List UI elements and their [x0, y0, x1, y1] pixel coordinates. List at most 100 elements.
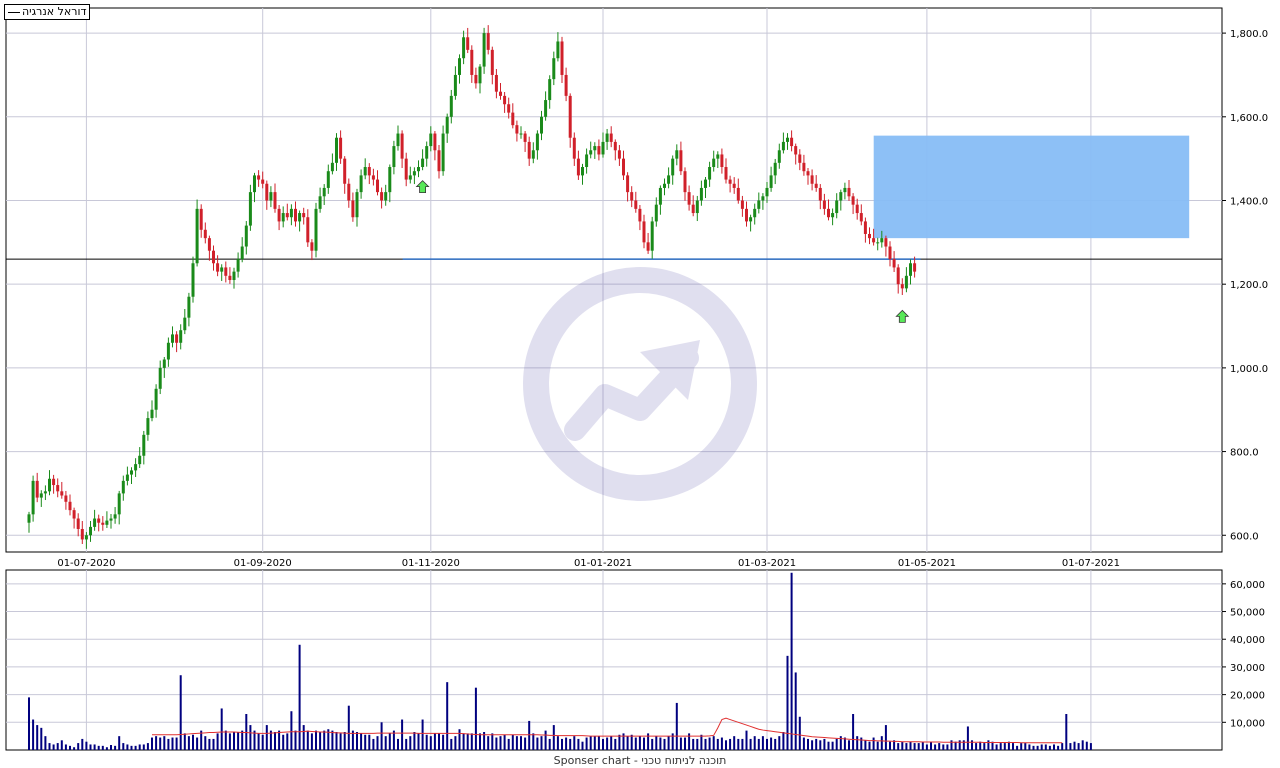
candle-body — [540, 116, 543, 134]
volume-bar — [774, 738, 777, 750]
candle-body — [265, 183, 269, 201]
candle-body — [761, 196, 765, 201]
volume-bar — [85, 741, 88, 750]
candle-body — [445, 116, 449, 134]
volume-bar — [1053, 744, 1055, 750]
candle-body — [84, 535, 88, 540]
volume-bar — [77, 743, 80, 750]
volume-bar — [626, 736, 629, 750]
candle-body — [269, 192, 273, 201]
volume-bar — [749, 738, 752, 750]
candle-body — [60, 491, 64, 496]
candle-body — [236, 259, 240, 272]
candle-body — [786, 137, 789, 142]
candle-body — [847, 187, 851, 197]
volume-bar — [306, 730, 309, 750]
volume-bar — [1028, 744, 1031, 750]
candle-body — [191, 263, 195, 297]
volume-bar — [659, 737, 662, 750]
volume-bar — [446, 682, 449, 750]
candle-body — [708, 167, 712, 180]
candle-body — [511, 112, 515, 126]
volume-bar — [310, 733, 313, 750]
candle-body — [216, 263, 220, 272]
candle-body — [199, 208, 203, 230]
volume-bar — [187, 736, 190, 750]
volume-bar — [179, 675, 182, 750]
volume-bar — [69, 745, 71, 750]
candle-body — [556, 41, 560, 59]
volume-bar — [114, 745, 117, 750]
candle-body — [27, 514, 31, 523]
x-tick-label: 01-05-2021 — [898, 558, 956, 569]
candle-body — [134, 464, 138, 471]
candle-body — [896, 267, 900, 285]
candle-body — [138, 455, 142, 465]
volume-bar — [364, 734, 367, 750]
volume-bar — [146, 743, 149, 750]
volume-bar — [360, 733, 363, 750]
volume-bar — [1065, 714, 1068, 750]
consolidation-zone — [873, 135, 1190, 239]
candle-body — [712, 158, 716, 168]
y-tick-label: 1,600.0 — [1230, 113, 1268, 124]
volume-bar — [852, 714, 855, 750]
candle-body — [474, 74, 478, 84]
volume-panel — [5, 569, 1223, 751]
volume-bar — [930, 741, 932, 750]
candle-body — [64, 495, 68, 502]
volume-bar — [913, 743, 916, 750]
volume-bar — [946, 744, 949, 750]
candle-body — [43, 491, 47, 494]
candle-body — [277, 208, 281, 222]
candle-body — [888, 246, 892, 260]
candle-body — [798, 154, 802, 163]
volume-bar — [999, 743, 1002, 750]
candle-body — [367, 167, 371, 176]
volume-bar — [589, 736, 592, 750]
candle-body — [806, 171, 810, 176]
volume-bar — [228, 733, 231, 750]
candle-body — [183, 317, 187, 331]
volume-bar — [73, 747, 76, 750]
candle-body — [507, 104, 511, 113]
volume-bar — [561, 738, 563, 750]
volume-bar — [925, 744, 928, 750]
candle-body — [909, 263, 912, 276]
candle-body — [253, 175, 256, 193]
volume-bar — [192, 734, 194, 750]
candle-body — [56, 485, 60, 492]
candle-body — [654, 204, 658, 222]
volume-bar — [868, 741, 871, 750]
volume-bar — [175, 737, 178, 750]
volume-bar — [975, 743, 978, 750]
volume-bar — [274, 732, 276, 750]
candle-body — [589, 150, 593, 155]
candle-body — [859, 213, 863, 222]
volume-bar — [778, 736, 781, 750]
volume-bar — [798, 716, 801, 750]
volume-bar — [540, 736, 543, 750]
candle-body — [404, 158, 408, 180]
volume-bar — [704, 738, 707, 750]
volume-bar — [380, 722, 383, 750]
candle-body — [400, 133, 404, 159]
candle-body — [535, 133, 539, 151]
candle-body — [585, 154, 589, 168]
volume-bar — [909, 741, 912, 750]
candle-body — [663, 183, 666, 188]
volume-bar — [638, 736, 641, 750]
volume-bar — [286, 733, 289, 750]
candle-body — [650, 221, 654, 251]
candle-body — [552, 58, 556, 80]
candle-body — [396, 133, 400, 147]
candle-body — [449, 95, 453, 117]
candle-body — [93, 518, 97, 527]
candle-body — [470, 49, 474, 75]
volume-bar — [515, 736, 518, 750]
volume-bar — [823, 738, 826, 750]
volume-bar — [28, 697, 30, 750]
candle-body — [388, 167, 392, 193]
volume-bar — [56, 743, 59, 750]
volume-bar — [995, 744, 998, 750]
